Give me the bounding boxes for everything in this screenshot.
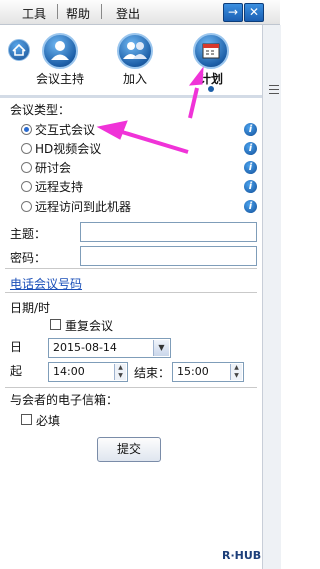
annotation-arrows — [96, 66, 204, 154]
